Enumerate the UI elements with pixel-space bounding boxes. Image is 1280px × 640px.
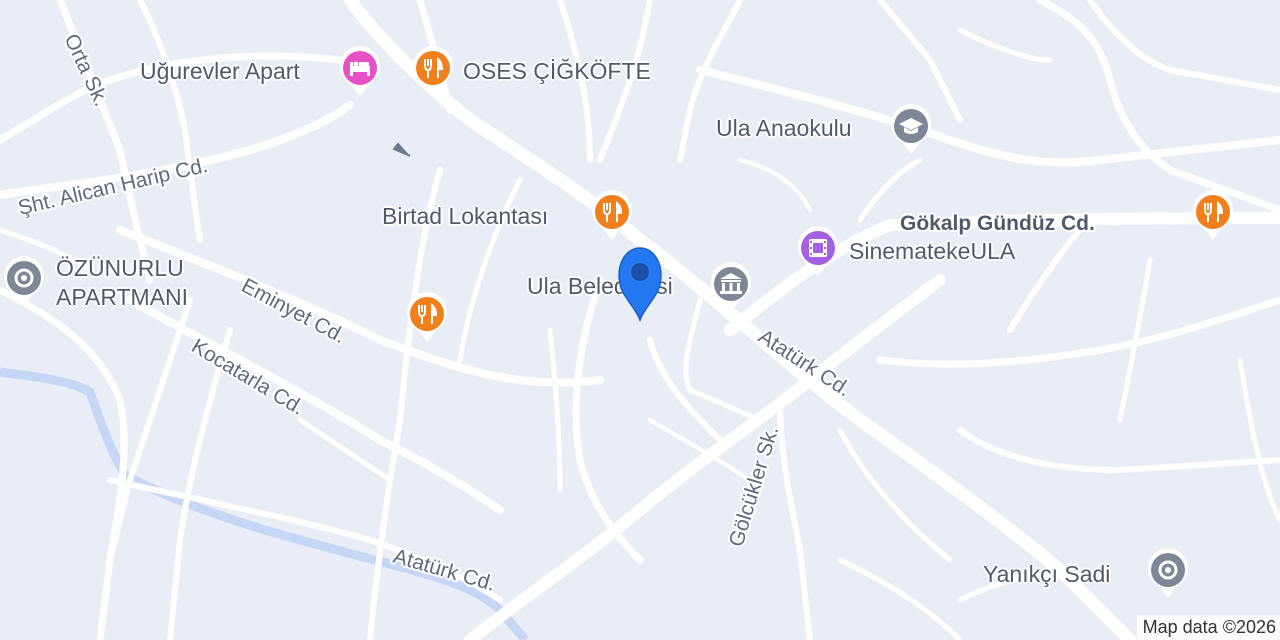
- poi-label-oses[interactable]: OSES ÇİĞKÖFTE: [463, 58, 651, 85]
- selected-location-marker[interactable]: [612, 244, 668, 324]
- poi-label-ozunurlu-line1[interactable]: ÖZÜNURLU: [56, 255, 184, 282]
- map-canvas[interactable]: Orta Sk. Şht. Alican Harip Cd. Eminyet C…: [0, 0, 1280, 640]
- street-label-ataturk-lower: Atatürk Cd.: [391, 545, 498, 596]
- poi-label-birtad[interactable]: Birtad Lokantası: [382, 203, 548, 230]
- street-label-gokalp: Gökalp Gündüz Cd.: [900, 212, 1095, 235]
- poi-label-sinemateke[interactable]: SinematekeULA: [849, 238, 1015, 265]
- poi-label-ugurevler[interactable]: Uğurevler Apart: [140, 58, 300, 85]
- fork-knife-icon[interactable]: [410, 46, 456, 98]
- place-dot-icon[interactable]: [1145, 548, 1191, 600]
- fork-knife-icon[interactable]: [1190, 190, 1236, 242]
- one-way-arrow-icon: [392, 142, 411, 157]
- film-icon[interactable]: [795, 226, 841, 278]
- poi-label-ula-anaokulu[interactable]: Ula Anaokulu: [716, 115, 852, 142]
- map-attribution[interactable]: Map data ©2026: [1136, 615, 1280, 640]
- fork-knife-icon[interactable]: [404, 292, 450, 344]
- graduation-cap-icon[interactable]: [888, 104, 934, 156]
- fork-knife-icon[interactable]: [589, 190, 635, 242]
- poi-label-yanikci[interactable]: Yanıkçı Sadi: [983, 561, 1110, 588]
- place-dot-icon[interactable]: [1, 256, 47, 308]
- river: [0, 367, 529, 640]
- street-label-eminyet: Eminyet Cd.: [238, 274, 350, 348]
- poi-label-ozunurlu-line2[interactable]: APARTMANI: [56, 284, 188, 311]
- bed-icon[interactable]: [337, 46, 383, 98]
- town-hall-icon[interactable]: [708, 262, 754, 314]
